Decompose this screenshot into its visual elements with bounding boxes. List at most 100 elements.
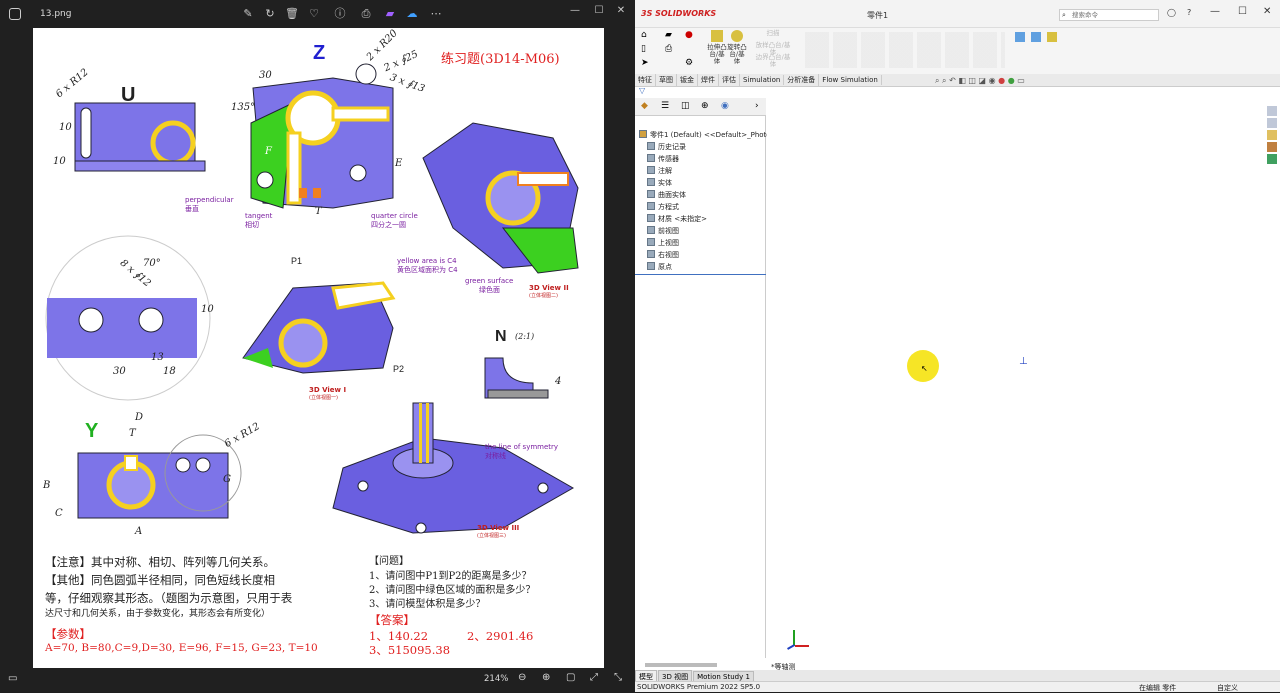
filter-icon[interactable]: ▽ <box>639 86 645 95</box>
sw-user-icon[interactable]: ◯ <box>1167 8 1176 17</box>
view-u-label: U <box>121 84 136 106</box>
appearances-tab-icon[interactable] <box>1267 154 1277 164</box>
ribbon-sweep[interactable]: 扫描 <box>753 30 793 37</box>
tree-annotations[interactable]: 注解 <box>647 166 672 176</box>
answer-2: 2、2901.46 <box>467 629 534 643</box>
fit-icon[interactable]: ▢ <box>566 672 575 683</box>
extrude-icon <box>711 30 723 42</box>
ribbon-extrude-boss[interactable]: 拉伸凸台/基体 <box>707 30 727 65</box>
print-icon[interactable]: ⎙ <box>358 7 374 21</box>
file-name: 13.png <box>40 9 72 19</box>
tree-origin-label: 原点 <box>658 263 672 271</box>
section-view-icon[interactable]: ◧ <box>958 76 966 85</box>
view-orientation-icon[interactable]: ◫ <box>968 76 976 85</box>
tab-analysis-prep[interactable]: 分析准备 <box>784 74 820 86</box>
previous-view-icon[interactable]: ↶ <box>949 76 956 85</box>
home-icon[interactable]: ⌂ <box>641 30 647 40</box>
material-icon <box>647 214 655 222</box>
plane-icon <box>647 250 655 258</box>
sw-statusbar: SOLIDWORKS Premium 2022 SP5.0 在编辑 零件 自定义 <box>635 681 1280 692</box>
display-manager-tab-icon[interactable]: ◉ <box>721 101 729 111</box>
design-library-tab-icon[interactable] <box>1267 118 1277 128</box>
select-icon[interactable]: ➤ <box>641 58 649 68</box>
tree-material[interactable]: 材质 <未指定> <box>647 214 707 224</box>
tab-flow-simulation[interactable]: Flow Simulation <box>819 75 882 85</box>
ribbon-tool-group[interactable] <box>1015 32 1075 68</box>
sw-help-icon[interactable]: ? <box>1187 8 1191 17</box>
view-palette-tab-icon[interactable] <box>1267 142 1277 152</box>
sw-minimize-button[interactable]: — <box>1210 6 1220 17</box>
tab-simulation[interactable]: Simulation <box>740 75 785 85</box>
fullscreen-icon[interactable]: ⤢ <box>590 672 598 683</box>
tree-top-plane[interactable]: 上视图 <box>647 238 679 248</box>
params-values: A=70, B=80,C=9,D=30, E=96, F=15, G=23, T… <box>45 642 318 654</box>
tab-evaluate[interactable]: 评估 <box>719 74 740 86</box>
tab-sketch[interactable]: 草图 <box>656 74 677 86</box>
note-quarter-cn: 四分之一圆 <box>371 221 406 229</box>
info-icon[interactable]: ⓘ <box>332 7 348 21</box>
tree-solid-label: 实体 <box>658 179 672 187</box>
more-icon[interactable]: ⋯ <box>428 7 444 21</box>
solidworks-window: 3S SOLIDWORKS › 零件1 ⌕ ◯ ? — ☐ ✕ ⌂ ▯ ➤ ▰ … <box>635 0 1280 692</box>
rebuild-icon[interactable]: ● <box>685 30 693 40</box>
zoom-out-icon[interactable]: ⊖ <box>518 672 526 683</box>
graphics-area[interactable]: ↖ ⊥ *等轴测 <box>767 88 1265 671</box>
tree-surface-bodies[interactable]: 曲面实体 <box>647 190 686 200</box>
edit-icon[interactable]: ✎ <box>240 7 256 21</box>
config-manager-tab-icon[interactable]: ◫ <box>681 101 690 111</box>
zoom-area-icon[interactable]: ⌕ <box>942 76 946 85</box>
panel-expand-icon[interactable]: › <box>755 101 759 111</box>
rotate-icon[interactable]: ↻ <box>262 7 278 21</box>
delete-icon[interactable]: 🗑 <box>284 7 300 21</box>
tree-front-plane[interactable]: 前视图 <box>647 226 679 236</box>
close-button[interactable]: ✕ <box>612 5 630 16</box>
zoom-in-icon[interactable]: ⊕ <box>542 672 550 683</box>
clipchamp-icon[interactable]: ▰ <box>382 7 398 21</box>
tab-weldments[interactable]: 焊件 <box>698 74 719 86</box>
appearance-icon[interactable]: ● <box>998 76 1005 85</box>
view-n-scale: (2:1) <box>515 332 535 341</box>
print-icon-sw[interactable]: ⎙ <box>665 44 672 54</box>
ribbon-revolve-boss[interactable]: 旋转凸台/基体 <box>727 30 747 65</box>
sw-close-button[interactable]: ✕ <box>1263 6 1271 17</box>
filmstrip-icon[interactable]: ▭ <box>8 673 17 684</box>
tree-origin[interactable]: 原点 <box>647 262 672 272</box>
scene-icon[interactable]: ● <box>1008 76 1015 85</box>
feature-manager-tab-icon[interactable]: ◆ <box>641 101 648 111</box>
tree-history[interactable]: 历史记录 <box>647 142 686 152</box>
sw-maximize-button[interactable]: ☐ <box>1238 6 1247 17</box>
tab-features[interactable]: 特征 <box>635 74 656 86</box>
maximize-button[interactable]: ☐ <box>590 5 608 16</box>
open-icon[interactable]: ▰ <box>665 30 672 40</box>
tree-solid-bodies[interactable]: 实体 <box>647 178 672 188</box>
property-manager-tab-icon[interactable]: ☰ <box>661 101 669 111</box>
tab-sheet-metal[interactable]: 钣金 <box>677 74 698 86</box>
n-view <box>484 357 549 399</box>
sw-search-input[interactable] <box>1072 10 1156 20</box>
tree-right-plane[interactable]: 右视图 <box>647 250 679 260</box>
zoom-fit-icon[interactable]: ⌕ <box>935 76 939 85</box>
tree-sensors[interactable]: 传感器 <box>647 154 679 164</box>
expand-icon[interactable]: ⤡ <box>614 672 622 683</box>
options-icon[interactable]: ⚙ <box>685 58 693 68</box>
minimize-button[interactable]: — <box>566 5 584 16</box>
tree-root[interactable]: 零件1 (Default) <<Default>_Photo\ <box>639 130 773 140</box>
file-explorer-tab-icon[interactable] <box>1267 130 1277 140</box>
resources-tab-icon[interactable] <box>1267 106 1277 116</box>
sw-menu-arrow-icon[interactable]: › <box>701 9 704 18</box>
p1-label: P1 <box>291 256 303 266</box>
dimxpert-tab-icon[interactable]: ⊕ <box>701 101 709 111</box>
ribbon-boundary[interactable]: 边界凸台/基体 <box>753 54 793 68</box>
display-style-icon[interactable]: ◪ <box>979 76 987 85</box>
questions-heading: 【问题】 <box>369 556 409 567</box>
rollback-bar[interactable] <box>635 274 766 275</box>
new-icon[interactable]: ▯ <box>641 44 646 54</box>
favorite-icon[interactable]: ♡ <box>306 7 322 21</box>
tree-equations[interactable]: 方程式 <box>647 202 679 212</box>
sw-titlebar: 3S SOLIDWORKS › 零件1 ⌕ ◯ ? — ☐ ✕ <box>635 0 1280 28</box>
sw-search-box[interactable]: ⌕ <box>1059 9 1159 21</box>
onedrive-icon[interactable]: ☁ <box>404 7 420 21</box>
panel-scrollbar[interactable] <box>645 663 717 667</box>
view-settings-icon[interactable]: ▭ <box>1017 76 1025 85</box>
hide-show-icon[interactable]: ◉ <box>989 76 996 85</box>
